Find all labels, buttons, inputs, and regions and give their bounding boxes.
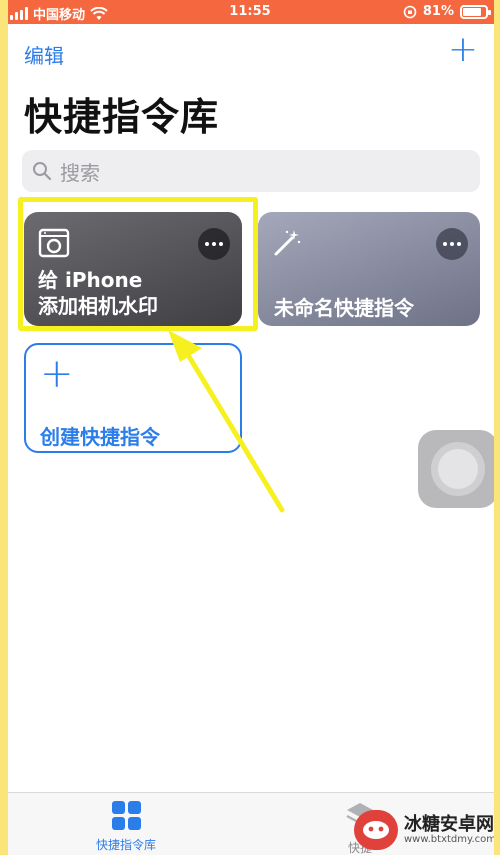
site-watermark: 冰糖安卓网 www.btxtdmy.com xyxy=(354,805,500,855)
watermark-url: www.btxtdmy.com xyxy=(404,834,497,846)
frame-right-border xyxy=(494,0,500,855)
watermark-brand: 冰糖安卓网 xyxy=(404,813,494,835)
watermark-logo-icon xyxy=(354,810,398,850)
frame-left-border xyxy=(0,0,8,855)
annotation-arrow xyxy=(168,330,285,513)
